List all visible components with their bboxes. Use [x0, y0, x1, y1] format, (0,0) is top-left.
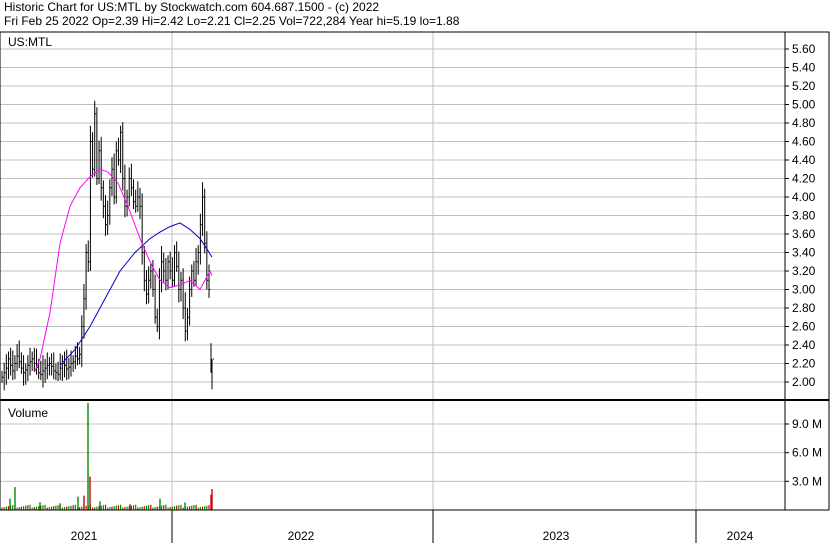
price-tick-label: 5.20: [792, 79, 816, 93]
price-tick-label: 4.00: [792, 190, 816, 204]
price-tick-label: 2.00: [792, 375, 816, 389]
price-tick-label: 5.40: [792, 61, 816, 75]
price-tick-label: 2.40: [792, 338, 816, 352]
price-tick-label: 3.80: [792, 209, 816, 223]
price-tick-label: 3.20: [792, 264, 816, 278]
volume-tick-label: 3.0 M: [792, 474, 822, 488]
price-axis: 5.60 5.40 5.20 5.00 4.80 4.60 4.40 4.20 4.00 3.80…: [785, 42, 816, 389]
price-bars: [1, 100, 214, 391]
price-tick-label: 5.00: [792, 98, 816, 112]
price-tick-label: 2.20: [792, 357, 816, 371]
x-tick-label: 2021: [71, 529, 98, 543]
price-tick-label: 3.00: [792, 283, 816, 297]
price-tick-label: 4.20: [792, 172, 816, 186]
volume-tick-label: 6.0 M: [792, 446, 822, 460]
volume-axis: 9.0 M 6.0 M 3.0 M: [785, 417, 822, 488]
x-tick-label: 2022: [288, 529, 315, 543]
price-tick-label: 3.40: [792, 246, 816, 260]
x-tick-label: 2024: [727, 529, 754, 543]
price-tick-label: 4.60: [792, 135, 816, 149]
price-tick-label: 4.40: [792, 153, 816, 167]
price-tick-label: 2.60: [792, 320, 816, 334]
price-tick-label: 3.60: [792, 227, 816, 241]
volume-tick-label: 9.0 M: [792, 417, 822, 431]
volume-label: Volume: [8, 406, 48, 420]
price-tick-label: 2.80: [792, 301, 816, 315]
x-axis: 2021 2022 2023 2024: [71, 529, 754, 543]
price-tick-label: 5.60: [792, 42, 816, 56]
stock-chart: US:MTL Volume 5.60 5.40 5.20 5.00 4.80 4.60 4.…: [0, 31, 830, 543]
price-tick-label: 4.80: [792, 116, 816, 130]
grid: [0, 32, 785, 543]
x-tick-label: 2023: [543, 529, 570, 543]
symbol-label: US:MTL: [8, 35, 52, 49]
